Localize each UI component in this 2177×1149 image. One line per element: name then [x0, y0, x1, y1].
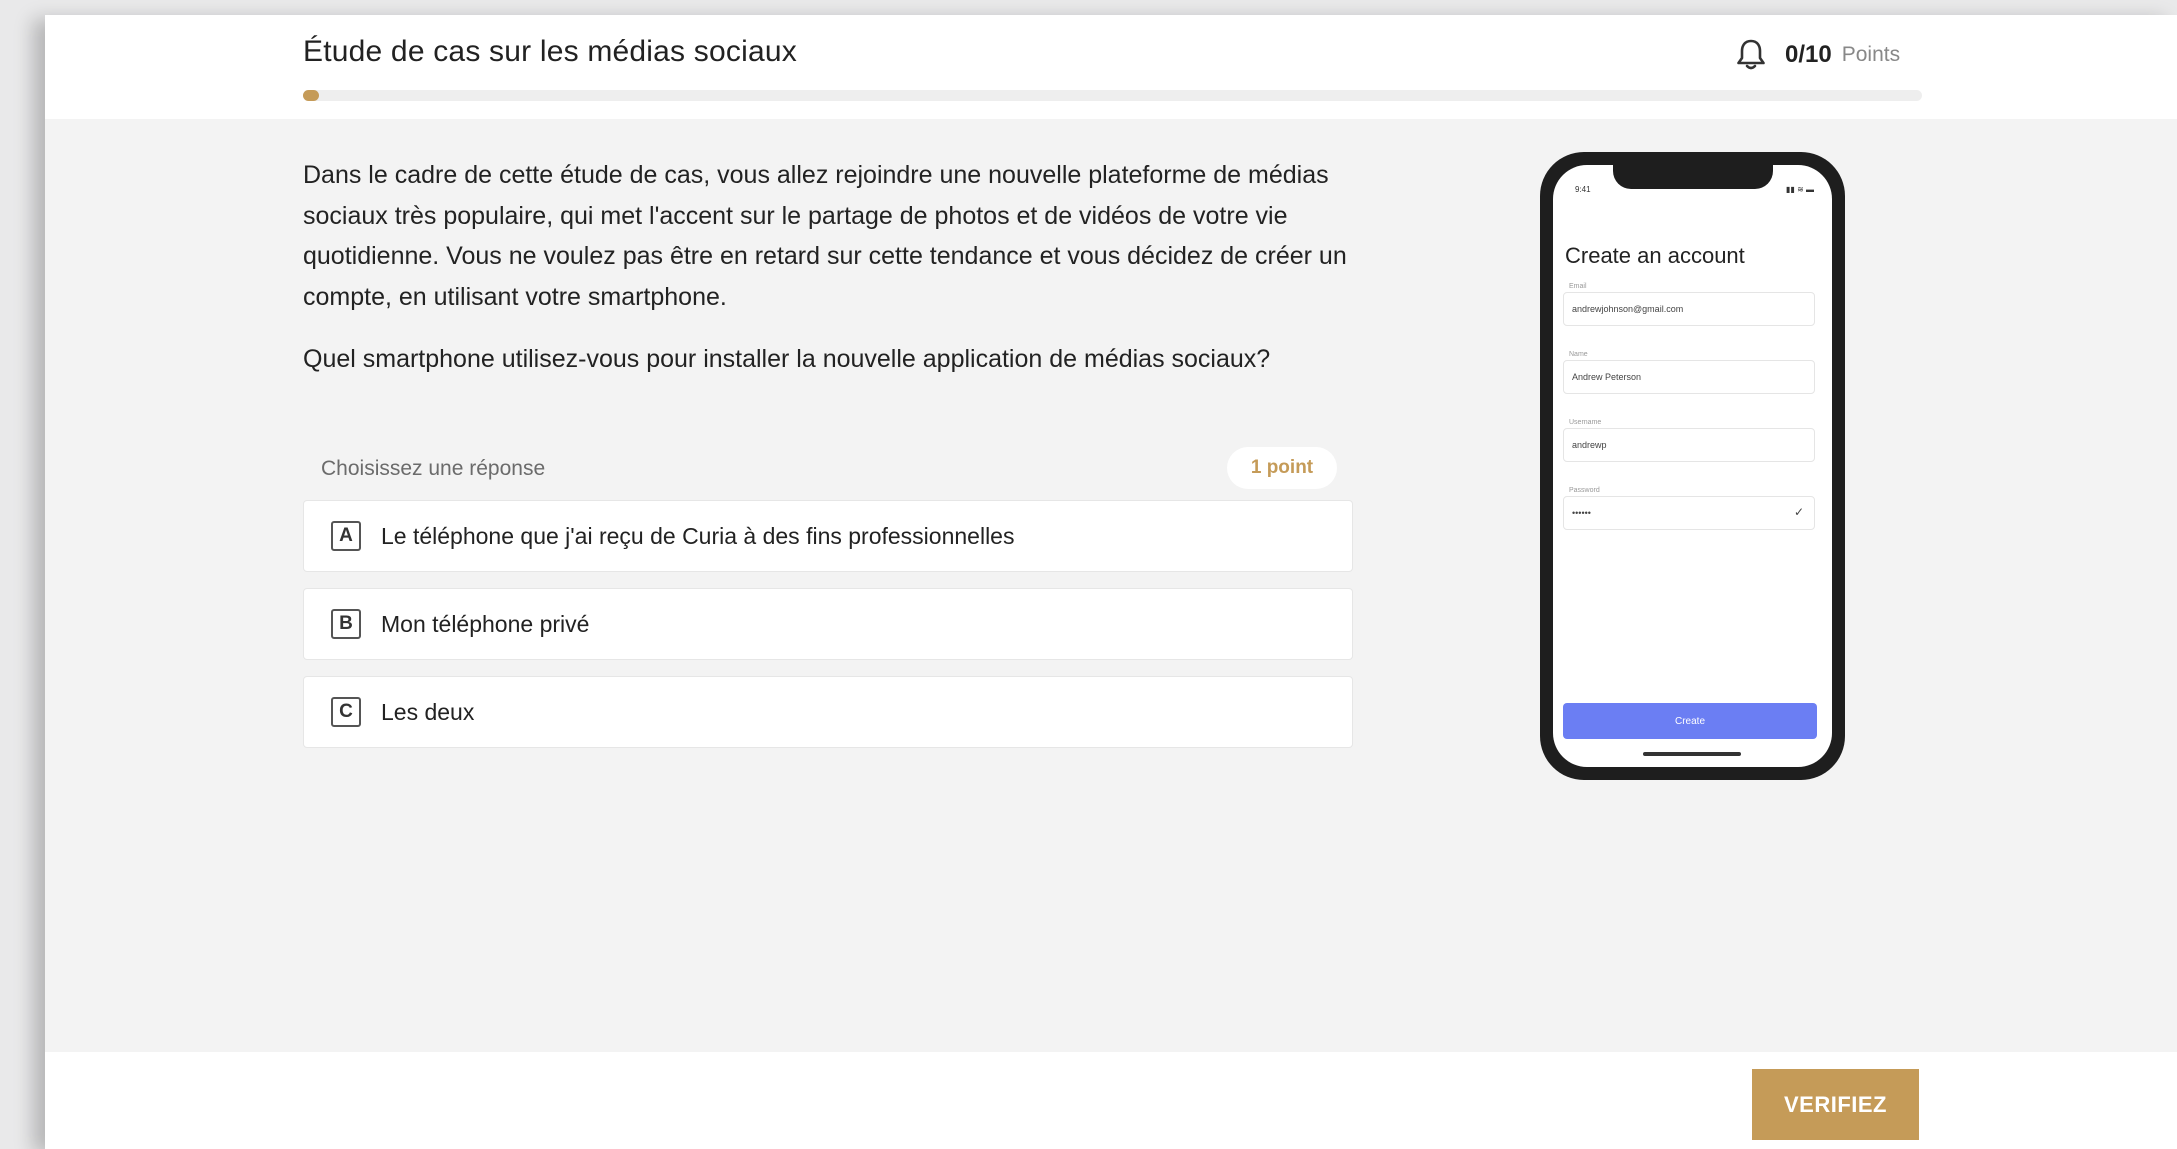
- points-counter: 0/10 Points: [1735, 35, 1900, 75]
- page-title: Étude de cas sur les médias sociaux: [303, 35, 797, 68]
- progress-fill: [303, 90, 320, 101]
- check-icon: ✓: [1793, 505, 1804, 519]
- email-field: andrewjohnson@gmail.com: [1563, 292, 1815, 326]
- intro-paragraph: Dans le cadre de cette étude de cas, vou…: [303, 161, 1347, 311]
- verify-button[interactable]: VERIFIEZ: [1752, 1069, 1919, 1140]
- home-indicator: [1643, 752, 1741, 756]
- create-account-button: Create: [1563, 703, 1817, 739]
- phone-title: Create an account: [1565, 243, 1745, 268]
- quiz-window: Étude de cas sur les médias sociaux 0/10…: [45, 15, 2177, 1149]
- option-letter: B: [331, 609, 361, 639]
- option-label: Mon téléphone privé: [381, 610, 590, 637]
- points-label: Points: [1841, 43, 1901, 66]
- username-field: andrewp: [1563, 428, 1815, 462]
- status-icons: ▮▮ ≋ ▬: [1786, 185, 1814, 194]
- bell-icon: [1737, 39, 1765, 70]
- name-label: Name: [1569, 351, 1588, 358]
- question-text: Quel smartphone utilisez-vous pour insta…: [303, 345, 1271, 373]
- password-label: Password: [1569, 487, 1600, 494]
- option-letter: C: [331, 697, 361, 727]
- case-description: Dans le cadre de cette étude de cas, vou…: [303, 155, 1403, 402]
- option-c[interactable]: C Les deux: [303, 676, 1353, 748]
- phone-notch: [1613, 165, 1773, 189]
- header: Étude de cas sur les médias sociaux 0/10…: [45, 15, 2177, 119]
- username-label: Username: [1569, 419, 1602, 426]
- progress-bar: [303, 90, 1922, 101]
- password-value: ••••••: [1572, 508, 1591, 518]
- footer: VERIFIEZ: [45, 1052, 2177, 1149]
- point-badge: 1 point: [1227, 447, 1337, 489]
- option-a[interactable]: A Le téléphone que j'ai reçu de Curia à …: [303, 500, 1353, 572]
- points-value: 0/10: [1785, 41, 1832, 68]
- email-label: Email: [1569, 283, 1587, 290]
- choose-label: Choisissez une réponse: [321, 457, 546, 480]
- password-field: •••••• ✓: [1563, 496, 1815, 530]
- option-letter: A: [331, 521, 361, 551]
- phone-mockup: 9:41 ▮▮ ≋ ▬ Create an account Email andr…: [1540, 152, 1845, 780]
- option-label: Les deux: [381, 698, 475, 725]
- status-time: 9:41: [1575, 185, 1591, 194]
- phone-screen: 9:41 ▮▮ ≋ ▬ Create an account Email andr…: [1553, 165, 1832, 767]
- option-label: Le téléphone que j'ai reçu de Curia à de…: [381, 522, 1015, 549]
- option-b[interactable]: B Mon téléphone privé: [303, 588, 1353, 660]
- answer-header: Choisissez une réponse 1 point: [303, 445, 1353, 491]
- answer-options: A Le téléphone que j'ai reçu de Curia à …: [303, 500, 1353, 764]
- name-field: Andrew Peterson: [1563, 360, 1815, 394]
